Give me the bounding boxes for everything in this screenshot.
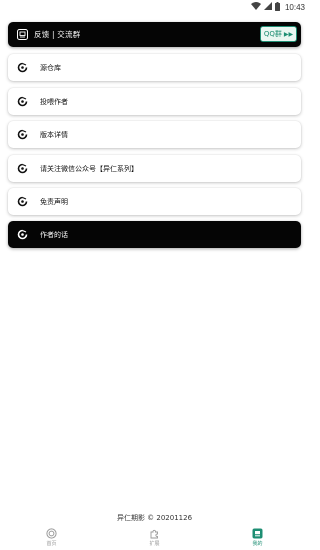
profile-icon — [252, 527, 264, 539]
home-icon — [46, 527, 58, 539]
chat-icon — [16, 29, 28, 41]
nav-tab-label: 扩展 — [149, 541, 160, 547]
menu-item-label: 免责声明 — [40, 197, 68, 206]
puzzle-icon — [149, 527, 161, 539]
author-notes-label: 作者的话 — [40, 230, 68, 239]
nav-tab-label: 首页 — [46, 541, 57, 547]
menu-item-label: 版本详情 — [40, 130, 68, 139]
feedback-group-title: 反馈 | 交流群 — [34, 30, 81, 39]
nav-tab-home[interactable]: 首页 — [0, 524, 103, 550]
status-icons: 10:43 — [250, 1, 305, 13]
feedback-group-card[interactable]: 反馈 | 交流群 QQ群 ▶▶ — [8, 22, 301, 47]
swirl-icon — [17, 196, 28, 207]
copyright-text: 异仁期影 © 20201126 — [116, 514, 193, 522]
status-bar: 10:43 — [0, 0, 309, 14]
menu-item-label: 投喂作者 — [40, 97, 68, 106]
menu-item-label: 源仓库 — [40, 63, 61, 72]
menu-item-version-details[interactable]: 版本详情 — [8, 121, 301, 148]
swirl-icon — [17, 129, 28, 140]
swirl-icon — [17, 229, 28, 240]
nav-tab-extensions[interactable]: 扩展 — [103, 524, 206, 550]
swirl-icon — [17, 163, 28, 174]
menu-item-donate[interactable]: 投喂作者 — [8, 88, 301, 115]
swirl-icon — [17, 96, 28, 107]
bottom-navigation: 首页 扩展 我的 — [0, 524, 309, 550]
menu-item-label: 请关注微信公众号【异仁系列】 — [40, 164, 138, 173]
status-time: 10:43 — [284, 2, 305, 12]
qq-group-label: QQ群 — [263, 30, 282, 38]
signal-icon — [263, 2, 272, 12]
menu-item-wechat-official[interactable]: 请关注微信公众号【异仁系列】 — [8, 155, 301, 182]
double-arrow-icon: ▶▶ — [283, 30, 294, 38]
menu-item-source-repo[interactable]: 源仓库 — [8, 54, 301, 81]
menu-item-disclaimer[interactable]: 免责声明 — [8, 188, 301, 215]
wifi-icon — [250, 2, 261, 12]
nav-tab-label: 我的 — [252, 541, 263, 547]
battery-icon — [274, 1, 280, 13]
swirl-icon — [17, 62, 28, 73]
author-notes-card[interactable]: 作者的话 — [8, 221, 301, 248]
nav-tab-mine[interactable]: 我的 — [206, 524, 309, 550]
qq-group-button[interactable]: QQ群 ▶▶ — [260, 26, 297, 42]
